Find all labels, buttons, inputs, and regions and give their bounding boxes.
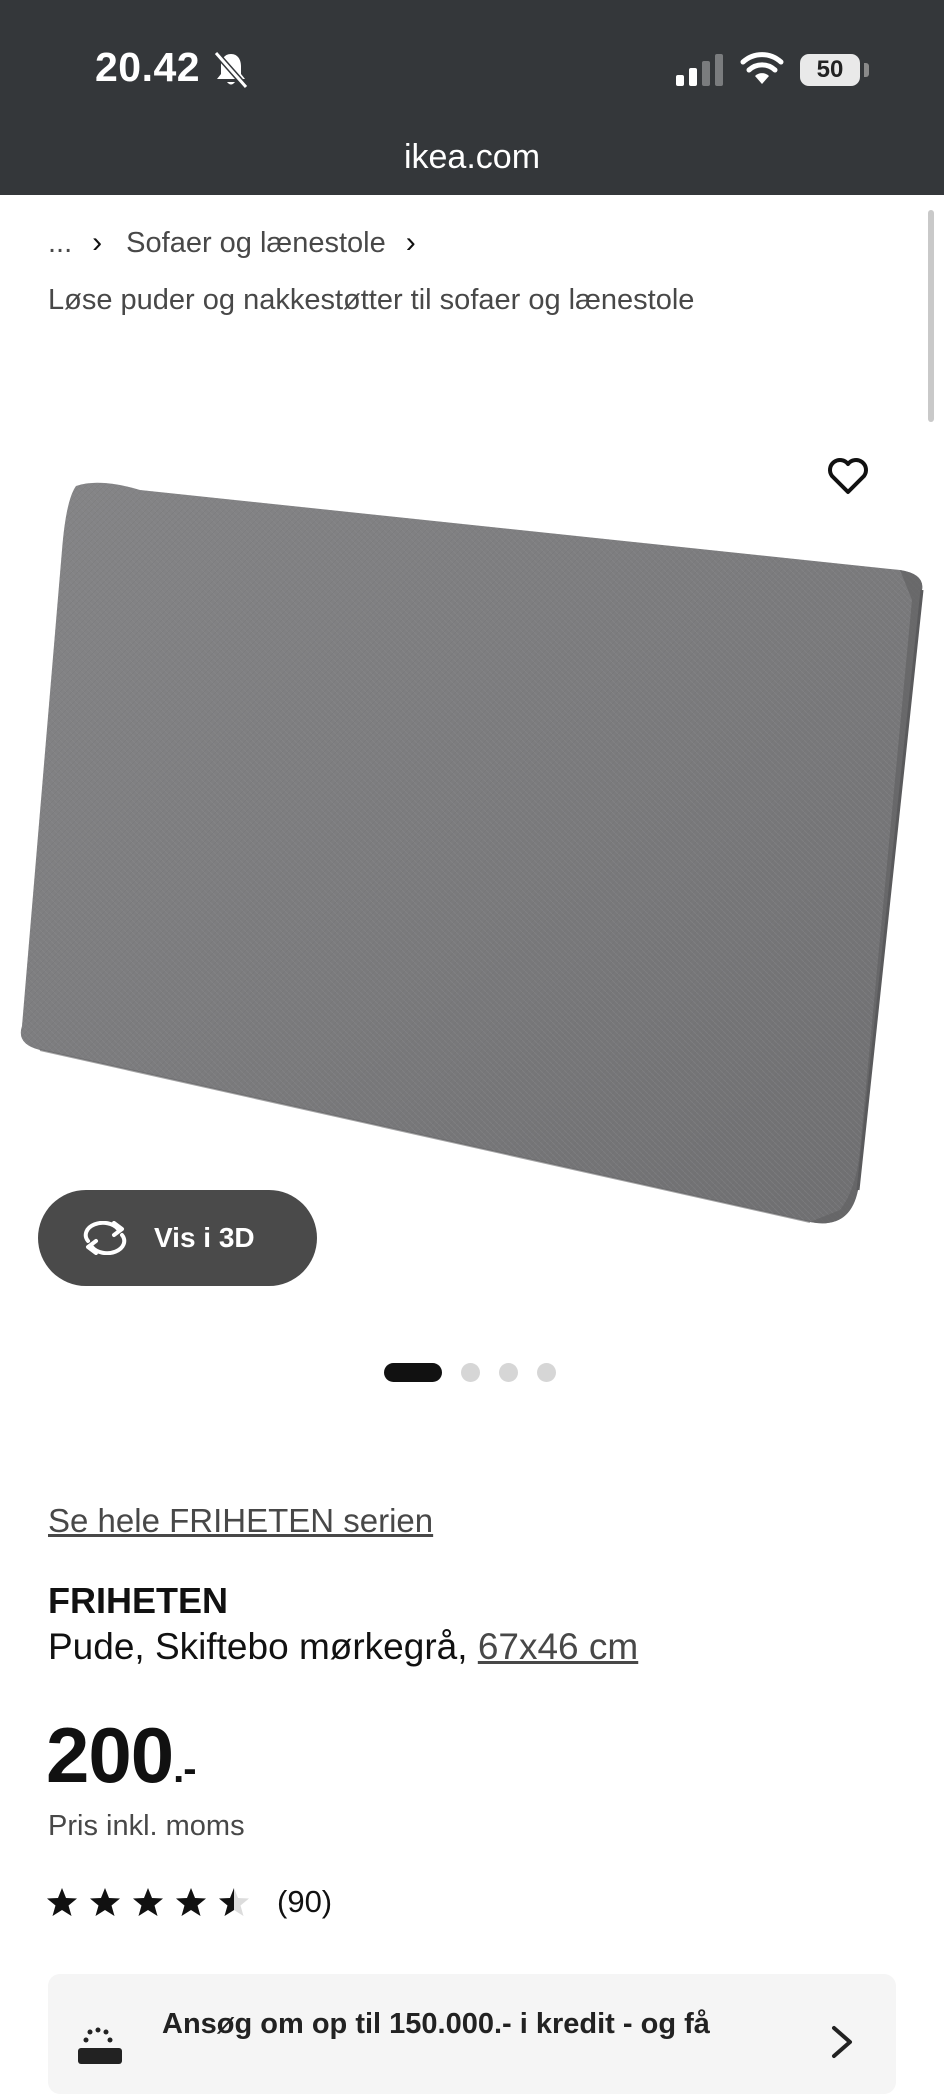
breadcrumb-separator: › (92, 226, 103, 259)
star-icon (176, 1888, 206, 1916)
star-icon (219, 1888, 249, 1916)
credit-banner[interactable]: Ansøg om op til 150.000.- i kredit - og … (48, 1974, 896, 2094)
series-link[interactable]: Se hele FRIHETEN serien (48, 1502, 433, 1540)
star-icon (133, 1888, 163, 1916)
star-icon (47, 1888, 77, 1916)
star-icon (90, 1888, 120, 1916)
product-price: 200.- (46, 1710, 197, 1801)
product-name: FRIHETEN (48, 1580, 228, 1621)
wifi-icon (740, 52, 784, 84)
price-suffix: .- (173, 1747, 196, 1791)
battery-icon: 50 (800, 54, 860, 86)
credit-banner-text: Ansøg om op til 150.000.- i kredit - og … (162, 2008, 710, 2040)
product-image[interactable] (0, 470, 944, 1240)
breadcrumb-category-link[interactable]: Sofaer og lænestole (126, 227, 386, 260)
image-carousel-indicator (384, 1362, 556, 1382)
status-bar: 20.42 50 ikea.com (0, 0, 944, 195)
product-size-link[interactable]: 67x46 cm (478, 1626, 638, 1667)
view-3d-label: Vis i 3D (154, 1222, 255, 1253)
rotate-3d-icon (83, 1221, 127, 1255)
view-3d-button[interactable]: Vis i 3D (38, 1190, 317, 1286)
credit-card-icon (78, 2027, 122, 2064)
favorite-heart-icon[interactable] (826, 456, 870, 496)
product-description-text: Pude, Skiftebo mørkegrå, (48, 1626, 468, 1667)
rating[interactable]: (90) (46, 1884, 332, 1920)
price-note: Pris inkl. moms (48, 1810, 245, 1842)
carousel-dot[interactable] (461, 1362, 480, 1382)
cellular-signal-icon (676, 54, 723, 86)
chevron-right-icon (832, 2026, 852, 2058)
address-bar[interactable]: ikea.com (0, 138, 944, 177)
product-description: Pude, Skiftebo mørkegrå, 67x46 cm (48, 1626, 638, 1668)
breadcrumb-separator: › (405, 226, 416, 259)
rating-stars (46, 1886, 261, 1918)
carousel-dot[interactable] (499, 1362, 518, 1382)
subcategory-link[interactable]: Løse puder og nakkestøtter til sofaer og… (48, 284, 694, 317)
review-count: (90) (277, 1884, 333, 1919)
scrollbar[interactable] (928, 210, 934, 422)
bell-slash-icon (213, 51, 249, 89)
battery-tip (864, 63, 869, 77)
status-time: 20.42 (95, 44, 201, 90)
carousel-dot[interactable] (537, 1362, 556, 1382)
battery-level: 50 (816, 56, 844, 83)
carousel-dot-active[interactable] (384, 1362, 442, 1382)
breadcrumb-ellipsis[interactable]: ... (48, 227, 72, 260)
breadcrumb: ... › Sofaer og lænestole › (48, 226, 440, 260)
price-value: 200 (46, 1711, 174, 1799)
